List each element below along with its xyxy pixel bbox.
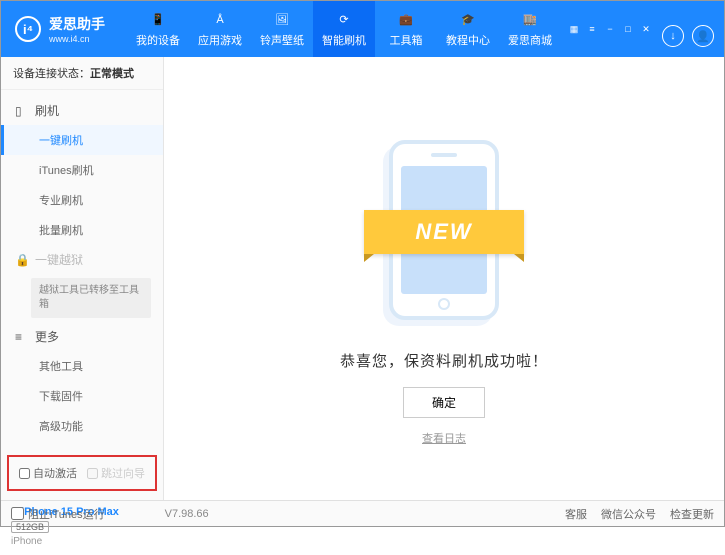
block-itunes-checkbox[interactable]: 阻止iTunes运行: [11, 506, 105, 522]
skip-guide-checkbox[interactable]: 跳过向导: [87, 465, 145, 481]
sidebar: 设备连接状态：正常模式 ▯刷机 一键刷机 iTunes刷机 专业刷机 批量刷机 …: [1, 57, 164, 500]
menu-advanced[interactable]: 高级功能: [1, 411, 163, 441]
close-icon[interactable]: ✕: [638, 22, 654, 36]
nav-my-device[interactable]: 📱我的设备: [127, 1, 189, 57]
menu-itunes-flash[interactable]: iTunes刷机: [1, 155, 163, 185]
menu-more-header[interactable]: ≡更多: [1, 322, 163, 351]
new-banner: NEW: [364, 210, 524, 254]
top-nav: 📱我的设备 Å应用游戏 🖼铃声壁纸 ⟳智能刷机 💼工具箱 🎓教程中心 🏬爱思商城: [127, 1, 561, 57]
wallpaper-icon: 🖼: [273, 11, 291, 29]
nav-ringtones[interactable]: 🖼铃声壁纸: [251, 1, 313, 57]
menu-jailbreak-header: 🔒一键越狱: [1, 245, 163, 274]
device-model: iPhone: [11, 536, 153, 547]
phone-icon: ▯: [15, 104, 29, 118]
view-log-link[interactable]: 查看日志: [422, 430, 466, 446]
toolbox-icon: 💼: [397, 11, 415, 29]
menu-batch-flash[interactable]: 批量刷机: [1, 215, 163, 245]
ok-button[interactable]: 确定: [403, 387, 485, 418]
main-content: NEW 恭喜您，保资料刷机成功啦！ 确定 查看日志: [164, 57, 724, 500]
footer-support[interactable]: 客服: [565, 506, 587, 522]
footer-update[interactable]: 检查更新: [670, 506, 714, 522]
version-label: V7.98.66: [165, 508, 209, 520]
app-header: i⁴ 爱思助手 www.i4.cn 📱我的设备 Å应用游戏 🖼铃声壁纸 ⟳智能刷…: [1, 1, 724, 57]
user-button[interactable]: 👤: [692, 25, 714, 47]
settings-icon[interactable]: ≡: [584, 22, 600, 36]
brand-name: 爱思助手: [49, 14, 105, 34]
brand-url: www.i4.cn: [49, 34, 105, 44]
phone-illustration: NEW: [374, 132, 514, 332]
menu-download-firmware[interactable]: 下载固件: [1, 381, 163, 411]
more-icon: ≡: [15, 330, 29, 344]
auto-activate-checkbox[interactable]: 自动激活: [19, 465, 77, 481]
nav-tutorials[interactable]: 🎓教程中心: [437, 1, 499, 57]
window-controls: ▦ ≡ − □ ✕: [566, 22, 654, 36]
nav-apps[interactable]: Å应用游戏: [189, 1, 251, 57]
device-icon: 📱: [149, 11, 167, 29]
jailbreak-note: 越狱工具已转移至工具箱: [31, 278, 151, 318]
checkbox-area: 自动激活 跳过向导: [7, 455, 157, 491]
menu-flash-header[interactable]: ▯刷机: [1, 96, 163, 125]
device-status: 设备连接状态：正常模式: [1, 57, 163, 90]
nav-flash[interactable]: ⟳智能刷机: [313, 1, 375, 57]
tutorial-icon: 🎓: [459, 11, 477, 29]
menu-onekey-flash[interactable]: 一键刷机: [1, 125, 163, 155]
minimize-icon[interactable]: −: [602, 22, 618, 36]
footer-wechat[interactable]: 微信公众号: [601, 506, 656, 522]
menu-icon[interactable]: ▦: [566, 22, 582, 36]
nav-store[interactable]: 🏬爱思商城: [499, 1, 561, 57]
maximize-icon[interactable]: □: [620, 22, 636, 36]
logo-icon: i⁴: [15, 16, 41, 42]
brand-area: i⁴ 爱思助手 www.i4.cn: [1, 14, 119, 44]
menu-pro-flash[interactable]: 专业刷机: [1, 185, 163, 215]
menu-other-tools[interactable]: 其他工具: [1, 351, 163, 381]
lock-icon: 🔒: [15, 253, 29, 267]
store-icon: 🏬: [521, 11, 539, 29]
flash-icon: ⟳: [335, 11, 353, 29]
nav-toolbox[interactable]: 💼工具箱: [375, 1, 437, 57]
success-message: 恭喜您，保资料刷机成功啦！: [340, 350, 548, 371]
apps-icon: Å: [211, 11, 229, 29]
download-button[interactable]: ↓: [662, 25, 684, 47]
device-storage: 512GB: [11, 521, 49, 533]
